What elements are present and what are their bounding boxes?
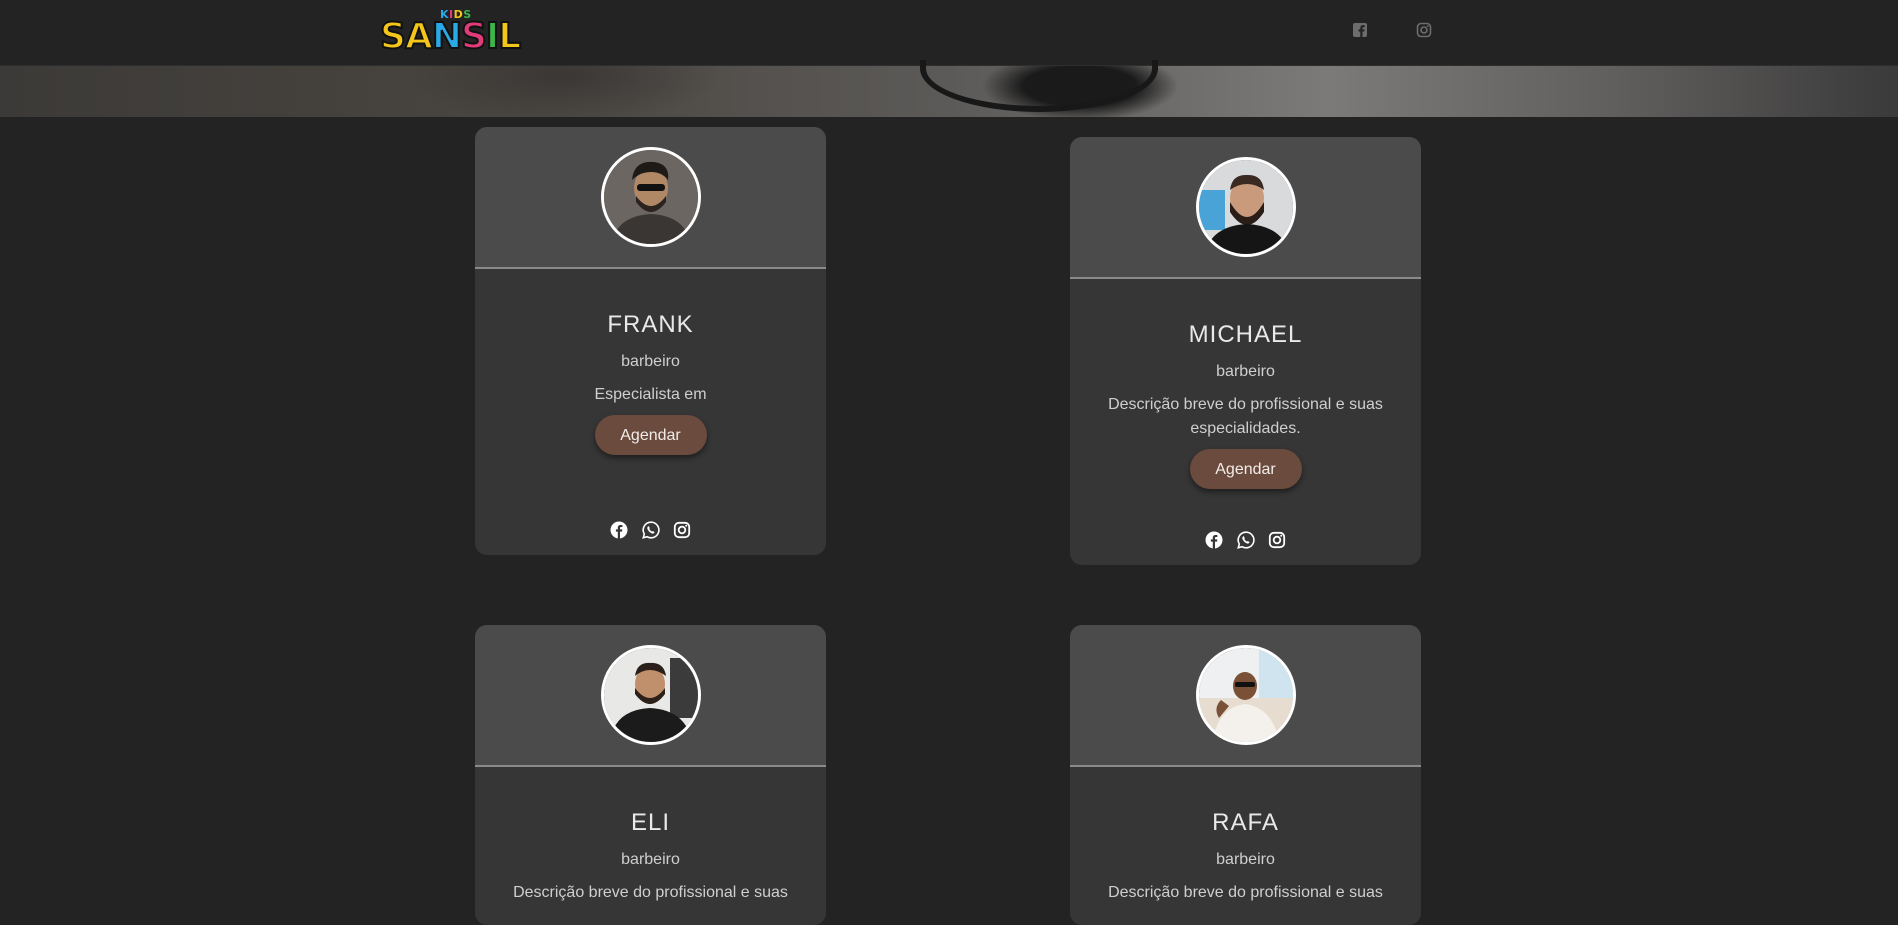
barber-card-eli: ELI barbeiro Descrição breve do profissi… xyxy=(475,625,826,925)
facebook-icon[interactable] xyxy=(1352,22,1368,38)
barber-description: Descrição breve do profissional e suas xyxy=(513,884,788,901)
barber-name: ELI xyxy=(630,809,671,836)
barber-role: barbeiro xyxy=(621,353,680,370)
barber-card-michael: MICHAEL barbeiro Descrição breve do prof… xyxy=(1070,137,1421,565)
barber-description: Especialista em xyxy=(594,386,707,403)
facebook-icon[interactable] xyxy=(1205,531,1223,549)
facebook-icon[interactable] xyxy=(610,521,628,539)
agendar-button[interactable]: Agendar xyxy=(1189,449,1302,489)
navbar: KIDS SANSIL xyxy=(0,0,1898,66)
social-links xyxy=(1070,531,1421,553)
card-header xyxy=(475,625,826,767)
social-links xyxy=(475,521,826,543)
barber-card-frank: FRANK barbeiro Especialista em Agendar xyxy=(475,127,826,555)
instagram-icon[interactable] xyxy=(673,521,691,539)
barber-description: Descrição breve do profissional e suas xyxy=(1108,884,1383,901)
logo-wordmark: SANSIL xyxy=(379,15,522,58)
barber-role: barbeiro xyxy=(621,851,680,868)
card-header xyxy=(1070,625,1421,767)
barber-name: FRANK xyxy=(607,311,694,338)
barber-name: RAFA xyxy=(1212,809,1279,836)
whatsapp-icon[interactable] xyxy=(1236,531,1255,549)
card-header xyxy=(1070,137,1421,279)
avatar xyxy=(601,147,701,247)
instagram-icon[interactable] xyxy=(1416,22,1432,38)
sansil-kids-logo[interactable]: KIDS SANSIL xyxy=(378,6,522,58)
instagram-icon[interactable] xyxy=(1268,531,1286,549)
barber-description: Descrição breve do profissional e suas e… xyxy=(1108,396,1383,437)
agendar-button[interactable]: Agendar xyxy=(594,415,707,455)
avatar xyxy=(601,645,701,745)
barber-name: MICHAEL xyxy=(1188,321,1303,348)
avatar xyxy=(1196,157,1296,257)
avatar xyxy=(1196,645,1296,745)
barber-role: barbeiro xyxy=(1216,851,1275,868)
barber-card-rafa: RAFA barbeiro Descrição breve do profiss… xyxy=(1070,625,1421,925)
hero-banner-image xyxy=(0,60,1898,117)
whatsapp-icon[interactable] xyxy=(641,521,660,539)
card-header xyxy=(475,127,826,269)
hero-chair-shape xyxy=(920,60,1158,112)
barber-role: barbeiro xyxy=(1216,363,1275,380)
